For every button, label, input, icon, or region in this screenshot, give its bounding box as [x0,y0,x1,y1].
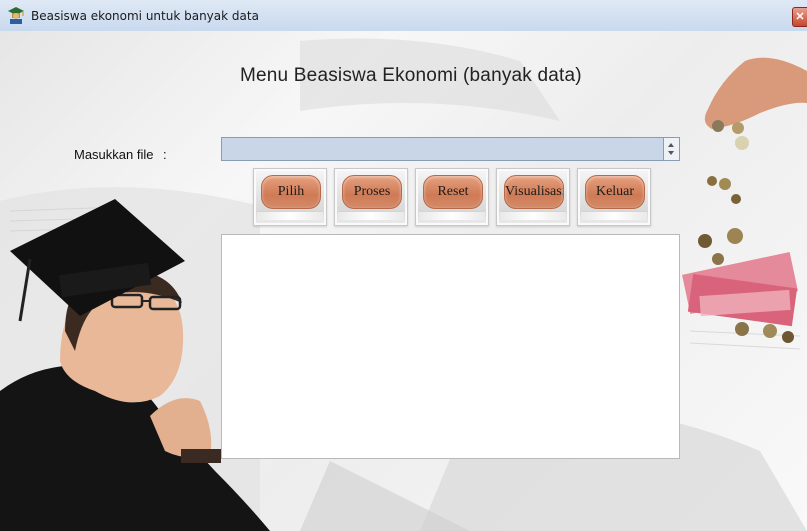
scholar-icon [8,7,24,24]
output-textarea[interactable] [221,234,680,459]
pilih-button-label: Pilih [261,175,321,209]
pilih-button[interactable]: Pilih [253,168,327,226]
window-title: Beasiswa ekonomi untuk banyak data [31,9,259,23]
button-base [257,211,323,220]
reset-button-label: Reset [423,175,483,209]
file-input-spinner[interactable] [664,137,680,161]
main-panel: Menu Beasiswa Ekonomi (banyak data) Masu… [0,31,807,531]
reset-button[interactable]: Reset [415,168,489,226]
close-icon: ✕ [795,11,805,23]
proses-button[interactable]: Proses [334,168,408,226]
arrow-up-icon[interactable] [668,143,674,147]
keluar-button[interactable]: Keluar [577,168,651,226]
money-illustration [682,57,807,343]
close-button[interactable]: ✕ [792,7,807,27]
title-bar: Beasiswa ekonomi untuk banyak data ✕ [0,0,807,32]
file-label-colon: : [163,147,167,162]
visualisasi-button-label: Visualisasi [504,175,564,209]
visualisasi-button[interactable]: Visualisasi [496,168,570,226]
keluar-button-label: Keluar [585,175,645,209]
app-window: Beasiswa ekonomi untuk banyak data ✕ Men… [0,0,807,531]
file-path-input[interactable] [221,137,664,161]
file-label: Masukkan file [74,147,154,162]
page-title: Menu Beasiswa Ekonomi (banyak data) [240,65,582,86]
button-base [581,211,647,220]
button-base [338,211,404,220]
button-base [500,211,566,220]
proses-button-label: Proses [342,175,402,209]
button-base [419,211,485,220]
arrow-down-icon[interactable] [668,151,674,155]
